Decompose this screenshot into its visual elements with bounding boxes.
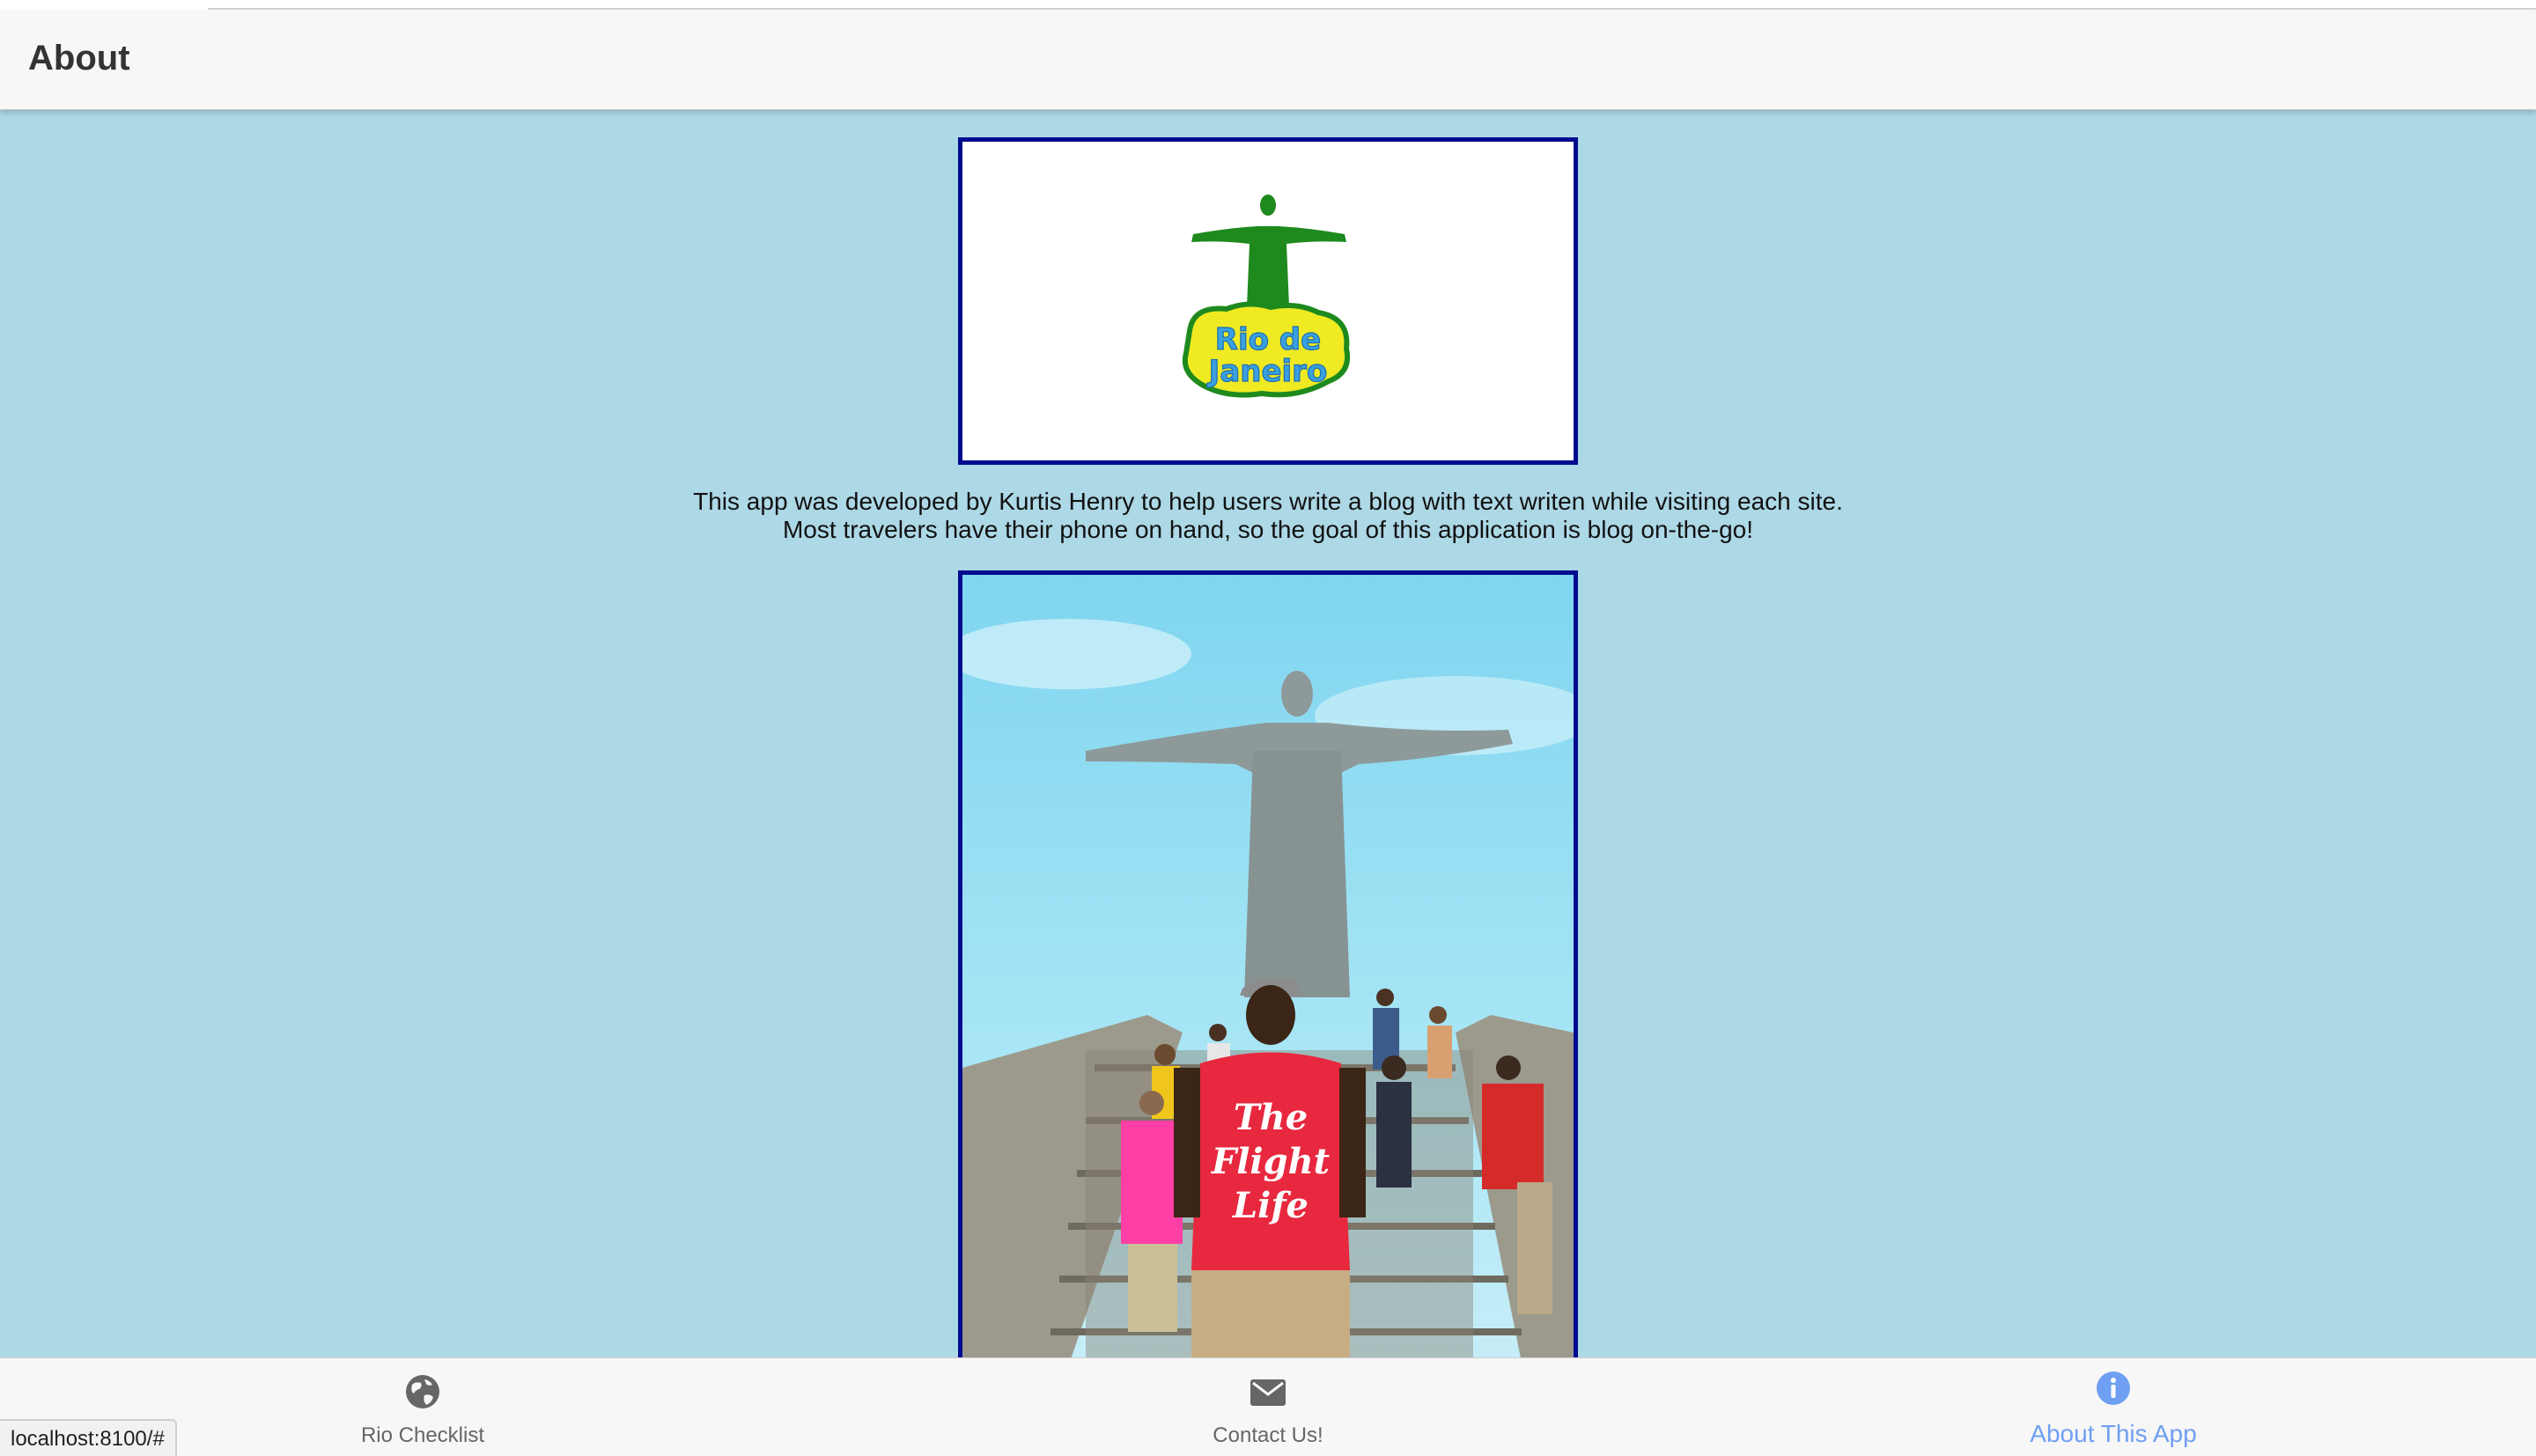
about-description-line-1: This app was developed by Kurtis Henry t… [693, 488, 1843, 515]
about-description: This app was developed by Kurtis Henry t… [564, 488, 1972, 544]
tab-rio-checklist[interactable]: Rio Checklist [247, 1358, 599, 1456]
tab-label-contact-us: Contact Us! [1213, 1423, 1323, 1447]
status-bar-url: localhost:8100/# [0, 1419, 177, 1456]
svg-text:The: The [1234, 1097, 1308, 1138]
rio-logo-image: Rio de Janeiro [1182, 195, 1350, 398]
tab-label-rio-checklist: Rio Checklist [360, 1423, 485, 1447]
photo-image-frame: The Flight Life [958, 570, 1578, 1357]
globe-icon [406, 1375, 439, 1408]
page-title: About [28, 39, 130, 77]
svg-text:Life: Life [1232, 1185, 1309, 1226]
logo-image-frame: Rio de Janeiro [958, 137, 1578, 465]
mail-icon [1250, 1379, 1286, 1406]
christ-redeemer-photo: The Flight Life [962, 575, 1574, 1357]
about-description-line-2: Most travelers have their phone on hand,… [782, 516, 1754, 543]
svg-text:Rio de: Rio de [1215, 322, 1321, 357]
svg-text:Flight: Flight [1211, 1141, 1331, 1182]
app-header: About [0, 11, 2536, 110]
info-icon [2097, 1371, 2130, 1405]
bottom-tab-bar: Rio Checklist Contact Us! About This App [0, 1357, 2536, 1456]
browser-top-edge [0, 0, 2536, 11]
about-content[interactable]: Rio de Janeiro This app was developed by… [0, 109, 2536, 1357]
tab-contact-us[interactable]: Contact Us! [1092, 1358, 1444, 1456]
svg-text:Janeiro: Janeiro [1207, 354, 1328, 389]
tab-label-about-this-app: About This App [2030, 1420, 2197, 1447]
tab-about-this-app[interactable]: About This App [1937, 1358, 2289, 1456]
divider [208, 8, 2536, 10]
